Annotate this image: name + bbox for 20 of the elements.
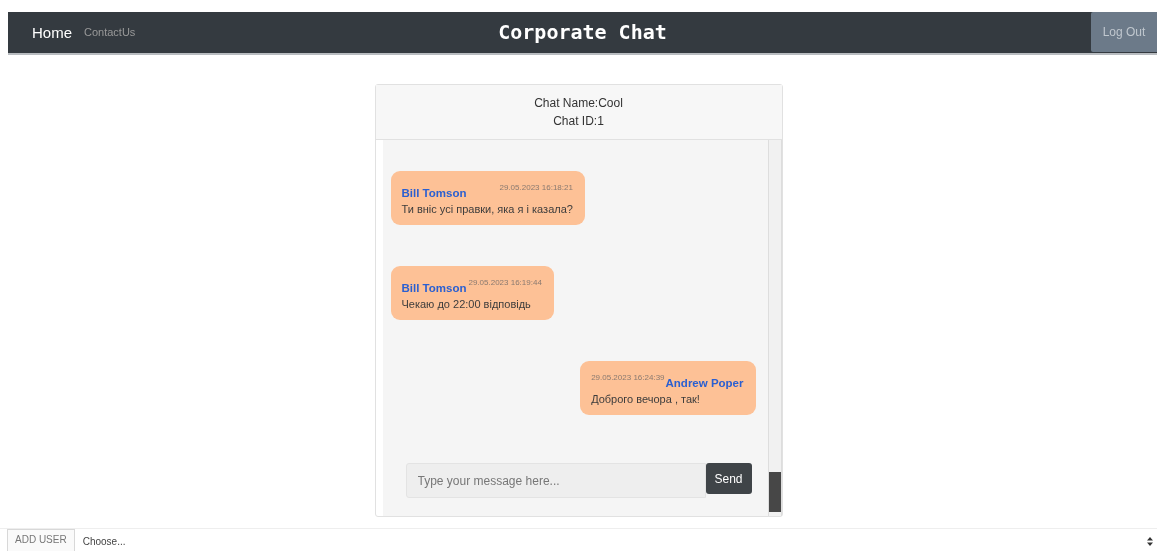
chat-id: Chat ID:1 [553, 112, 604, 130]
nav-link[interactable]: ContactUs [84, 26, 136, 39]
message-time: 29.05.2023 16:24:39 [591, 372, 665, 382]
message-text: Доброго вечора , так! [591, 392, 701, 405]
app-title: Corporate Chat [498, 20, 667, 45]
scrollbar-thumb[interactable] [768, 472, 781, 513]
message-author: Bill Tomson [401, 281, 467, 294]
message-input[interactable]: Type your message here... [405, 463, 706, 499]
message-author: Bill Tomson [401, 186, 467, 199]
user-select[interactable]: Choose... [74, 529, 1157, 551]
add-user-label: ADD USER [7, 529, 75, 551]
message-time: 29.05.2023 16:18:21 [499, 182, 573, 192]
message-text: Чекаю до 22:00 відповідь [401, 297, 532, 310]
message-time: 29.05.2023 16:19:44 [468, 277, 542, 287]
chat-name: Chat Name:Cool [534, 94, 623, 112]
sort-caret-icon [1147, 536, 1153, 546]
send-button[interactable]: Send [705, 463, 752, 495]
nav-link[interactable]: Home [32, 23, 72, 41]
message-text: Ти вніс усі правки, яка я і казала? [401, 202, 573, 215]
message-author: Andrew Poper [665, 376, 744, 389]
